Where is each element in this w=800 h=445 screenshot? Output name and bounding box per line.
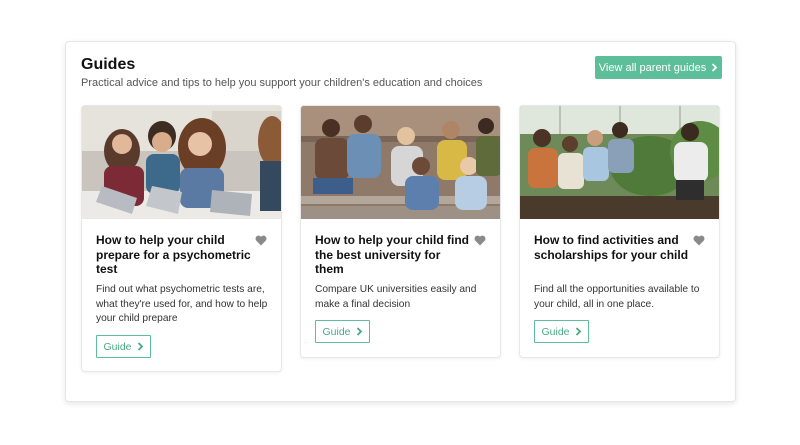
guides-title: Guides xyxy=(81,56,136,73)
view-all-guides-button[interactable]: View all parent guides xyxy=(595,56,722,79)
chevron-right-icon xyxy=(137,342,144,351)
guide-card-scholarships[interactable]: How to find activities and scholarships … xyxy=(519,105,720,358)
card-title[interactable]: How to help your child find the best uni… xyxy=(315,233,470,277)
guide-button[interactable]: Guide xyxy=(96,335,151,358)
card-title[interactable]: How to help your child prepare for a psy… xyxy=(96,233,251,277)
students-in-greenhouse-photo xyxy=(520,106,719,219)
heart-icon[interactable] xyxy=(474,235,486,246)
students-on-laptops-photo xyxy=(82,106,281,219)
chevron-right-icon xyxy=(575,327,582,336)
view-all-label: View all parent guides xyxy=(598,61,707,74)
card-description: Find all the opportunities available to … xyxy=(534,284,700,310)
guides-panel: Guides Practical advice and tips to help… xyxy=(65,41,736,402)
guide-card-university[interactable]: How to help your child find the best uni… xyxy=(300,105,501,358)
heart-icon[interactable] xyxy=(693,235,705,246)
guides-subtitle: Practical advice and tips to help you su… xyxy=(81,77,483,89)
card-title[interactable]: How to find activities and scholarships … xyxy=(534,233,689,262)
heart-icon[interactable] xyxy=(255,235,267,246)
card-description: Compare UK universities easily and make … xyxy=(315,284,477,310)
guide-card-psychometric[interactable]: How to help your child prepare for a psy… xyxy=(81,105,282,372)
guide-button-label: Guide xyxy=(541,325,570,338)
guide-button-label: Guide xyxy=(103,340,132,353)
chevron-right-icon xyxy=(711,63,718,72)
guide-button[interactable]: Guide xyxy=(534,320,589,343)
guide-button-label: Guide xyxy=(322,325,351,338)
card-description: Find out what psychometric tests are, wh… xyxy=(96,284,268,324)
guide-button[interactable]: Guide xyxy=(315,320,370,343)
chevron-right-icon xyxy=(356,327,363,336)
students-sitting-on-steps-photo xyxy=(301,106,500,219)
